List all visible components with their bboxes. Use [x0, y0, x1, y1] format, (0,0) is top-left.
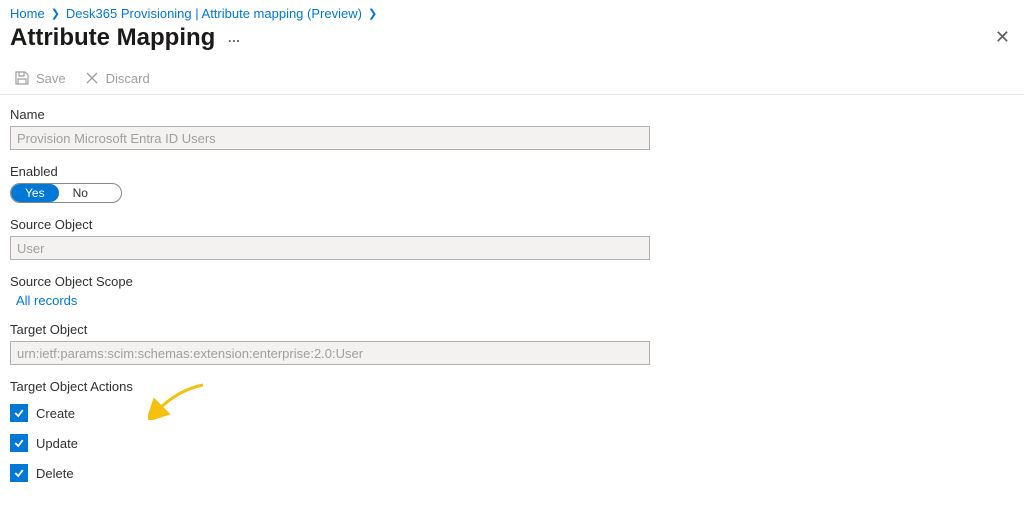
delete-label: Delete [36, 466, 74, 481]
delete-checkbox[interactable] [10, 464, 28, 482]
discard-button[interactable]: Discard [84, 70, 150, 86]
close-icon[interactable]: ✕ [991, 23, 1014, 52]
create-checkbox[interactable] [10, 404, 28, 422]
save-label: Save [36, 71, 66, 86]
name-label: Name [10, 107, 1014, 122]
discard-icon [84, 70, 100, 86]
target-actions-label: Target Object Actions [10, 379, 1014, 394]
target-object-label: Target Object [10, 322, 1014, 337]
page-title: Attribute Mapping [10, 24, 215, 52]
source-scope-label: Source Object Scope [10, 274, 1014, 289]
source-object-input[interactable]: User [10, 236, 650, 260]
save-icon [14, 70, 30, 86]
source-object-label: Source Object [10, 217, 1014, 232]
form: Name Provision Microsoft Entra ID Users … [0, 95, 1024, 508]
breadcrumb-provisioning[interactable]: Desk365 Provisioning | Attribute mapping… [66, 6, 362, 21]
update-checkbox[interactable] [10, 434, 28, 452]
name-input[interactable]: Provision Microsoft Entra ID Users [10, 126, 650, 150]
chevron-right-icon: ❯ [51, 7, 60, 20]
source-scope-link[interactable]: All records [10, 293, 1014, 308]
target-object-input[interactable]: urn:ietf:params:scim:schemas:extension:e… [10, 341, 650, 365]
title-row: Attribute Mapping … ✕ [0, 23, 1024, 62]
more-menu-icon[interactable]: … [227, 30, 241, 45]
toggle-yes: Yes [11, 184, 59, 202]
chevron-right-icon: ❯ [368, 7, 377, 20]
toolbar: Save Discard [0, 62, 1024, 95]
toggle-no: No [59, 184, 102, 202]
update-label: Update [36, 436, 78, 451]
create-label: Create [36, 406, 75, 421]
breadcrumb-home[interactable]: Home [10, 6, 45, 21]
save-button[interactable]: Save [14, 70, 66, 86]
breadcrumb: Home ❯ Desk365 Provisioning | Attribute … [0, 0, 1024, 23]
enabled-label: Enabled [10, 164, 1014, 179]
enabled-toggle[interactable]: Yes No [10, 183, 122, 203]
discard-label: Discard [106, 71, 150, 86]
